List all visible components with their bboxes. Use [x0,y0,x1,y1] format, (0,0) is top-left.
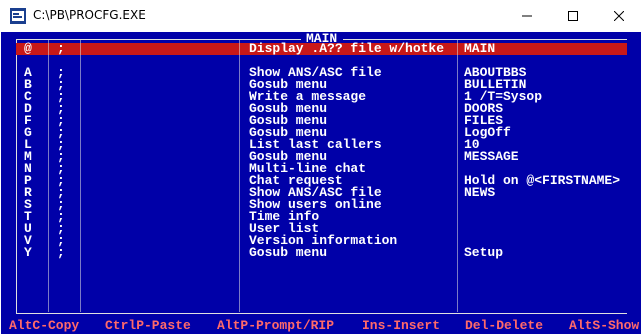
menu-argument: MESSAGE [464,149,519,164]
footer-key-delete[interactable]: Del-Delete [465,319,543,332]
menu-row[interactable]: Y; Gosub menu Setup [17,245,625,260]
minimize-button[interactable] [504,0,550,32]
footer-key-copy[interactable]: AltC-Copy [9,319,79,332]
footer-key-paste[interactable]: CtrlP-Paste [105,319,191,332]
console-screen: MAIN @; Display .A?? file w/hotke MAIN A; Sh… [1,32,641,334]
close-button[interactable] [596,0,642,32]
window-title: C:\PB\PROCFG.EXE [33,8,146,22]
title-bar: C:\PB\PROCFG.EXE [0,0,642,32]
menu-key: Y [24,245,32,260]
menu-row-selected[interactable]: @; Display .A?? file w/hotke MAIN [17,41,625,56]
menu-row[interactable]: S; Show users online [17,198,625,211]
footer-key-show[interactable]: AltS-Show [569,319,639,332]
menu-action: Display .A?? file w/hotke [249,41,445,56]
menu-argument: NEWS [464,185,496,200]
footer-keys: AltC-Copy CtrlP-Paste AltP-Prompt/RIP In… [1,318,641,334]
minimize-icon [522,11,532,21]
menu-argument: Setup [464,245,504,260]
menu-action: Gosub menu [249,245,328,260]
maximize-icon [568,11,578,21]
menu-separator: ; [57,245,65,260]
menu-key: @ [24,41,32,56]
scrollbar[interactable] [627,32,641,318]
menu-row[interactable]: T; Time info [17,210,625,223]
console-app-icon [10,8,26,24]
close-icon [614,11,624,21]
footer-key-insert[interactable]: Ins-Insert [362,319,440,332]
footer-key-prompt[interactable]: AltP-Prompt/RIP [217,319,334,332]
menu-argument: MAIN [464,41,496,56]
maximize-button[interactable] [550,0,596,32]
menu-separator: ; [57,41,65,56]
